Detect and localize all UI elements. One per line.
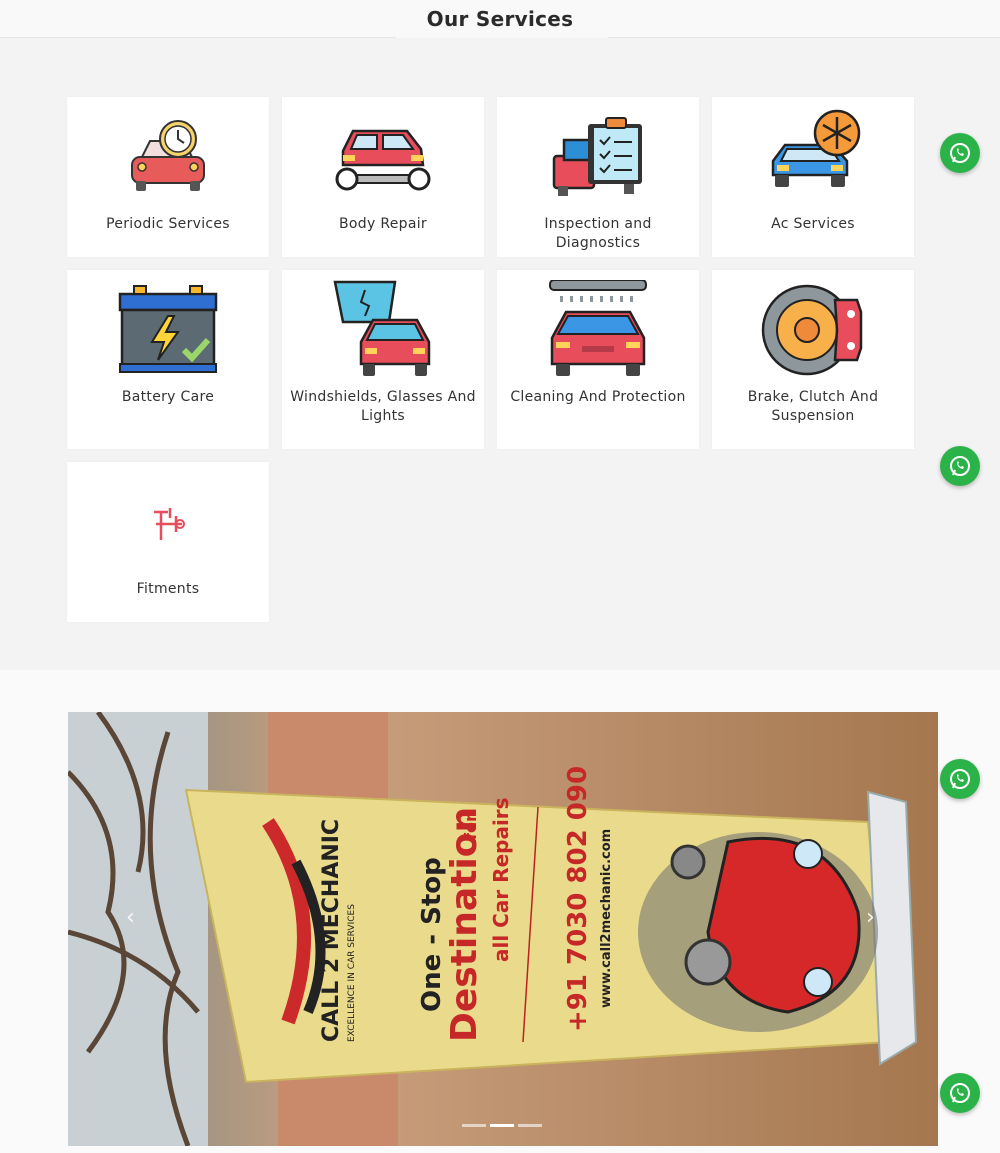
whatsapp-icon: [950, 143, 970, 163]
service-card-brake[interactable]: Brake, Clutch And Suspension: [712, 270, 914, 449]
service-label: Inspection and Diagnostics: [544, 216, 652, 251]
banner-headline-1: One - Stop: [417, 857, 447, 1012]
service-card-inspection[interactable]: Inspection and Diagnostics: [497, 97, 699, 257]
service-card-periodic[interactable]: Periodic Services: [67, 97, 269, 257]
whatsapp-button[interactable]: [940, 446, 980, 486]
banner-headline-4: all Car Repairs: [489, 797, 513, 962]
slider-indicators: [462, 1124, 542, 1127]
banner-headline-2: Destination: [444, 807, 485, 1042]
slider-prev-button[interactable]: ‹: [126, 905, 135, 930]
banner-tagline: EXCELLENCE IN CAR SERVICES: [347, 904, 357, 1042]
service-card-body-repair[interactable]: Body Repair: [282, 97, 484, 257]
service-label: Fitments: [136, 581, 200, 597]
service-card-windshield[interactable]: Windshields, Glasses And Lights: [282, 270, 484, 449]
service-label: Periodic Services: [106, 216, 230, 232]
service-card-fitments[interactable]: Fitments: [67, 462, 269, 622]
car-snowflake-icon: [712, 107, 914, 207]
service-label: Windshields, Glasses And Lights: [290, 389, 476, 424]
whatsapp-icon: [950, 1083, 970, 1103]
slider-dot[interactable]: [518, 1124, 542, 1127]
slider-dot[interactable]: [462, 1124, 486, 1127]
whatsapp-icon: [950, 456, 970, 476]
tools-icon: [67, 472, 269, 572]
image-slider[interactable]: CALL 2 MECHANIC EXCELLENCE IN CAR SERVIC…: [68, 712, 938, 1146]
car-wash-icon: [497, 280, 699, 380]
banner-brand: CALL 2 MECHANIC: [319, 819, 344, 1042]
truck-checklist-icon: [497, 107, 699, 207]
windshield-car-icon: [282, 280, 484, 380]
service-label: Battery Care: [121, 389, 215, 405]
battery-icon: [67, 280, 269, 380]
banner-website: www.call2mechanic.com: [599, 829, 614, 1008]
car-clock-icon: [67, 107, 269, 207]
service-card-ac[interactable]: Ac Services: [712, 97, 914, 257]
service-label: Body Repair: [339, 216, 427, 232]
slider-next-button[interactable]: ›: [866, 905, 875, 930]
brake-disc-icon: [712, 280, 914, 380]
slider-dot[interactable]: [490, 1124, 514, 1127]
whatsapp-button[interactable]: [940, 133, 980, 173]
banner-phone: +91 7030 802 090: [563, 766, 593, 1032]
service-card-cleaning[interactable]: Cleaning And Protection: [497, 270, 699, 449]
whatsapp-button[interactable]: [940, 759, 980, 799]
banner-photo: CALL 2 MECHANIC EXCELLENCE IN CAR SERVIC…: [68, 712, 938, 1146]
service-label: Cleaning And Protection: [510, 389, 686, 405]
banner-headline-3: for: [461, 814, 480, 840]
service-label: Brake, Clutch And Suspension: [747, 389, 879, 424]
whatsapp-button[interactable]: [940, 1073, 980, 1113]
page-title: Our Services: [426, 7, 574, 31]
whatsapp-icon: [950, 769, 970, 789]
service-card-battery[interactable]: Battery Care: [67, 270, 269, 449]
service-label: Ac Services: [771, 216, 855, 232]
car-wrench-icon: [282, 107, 484, 207]
